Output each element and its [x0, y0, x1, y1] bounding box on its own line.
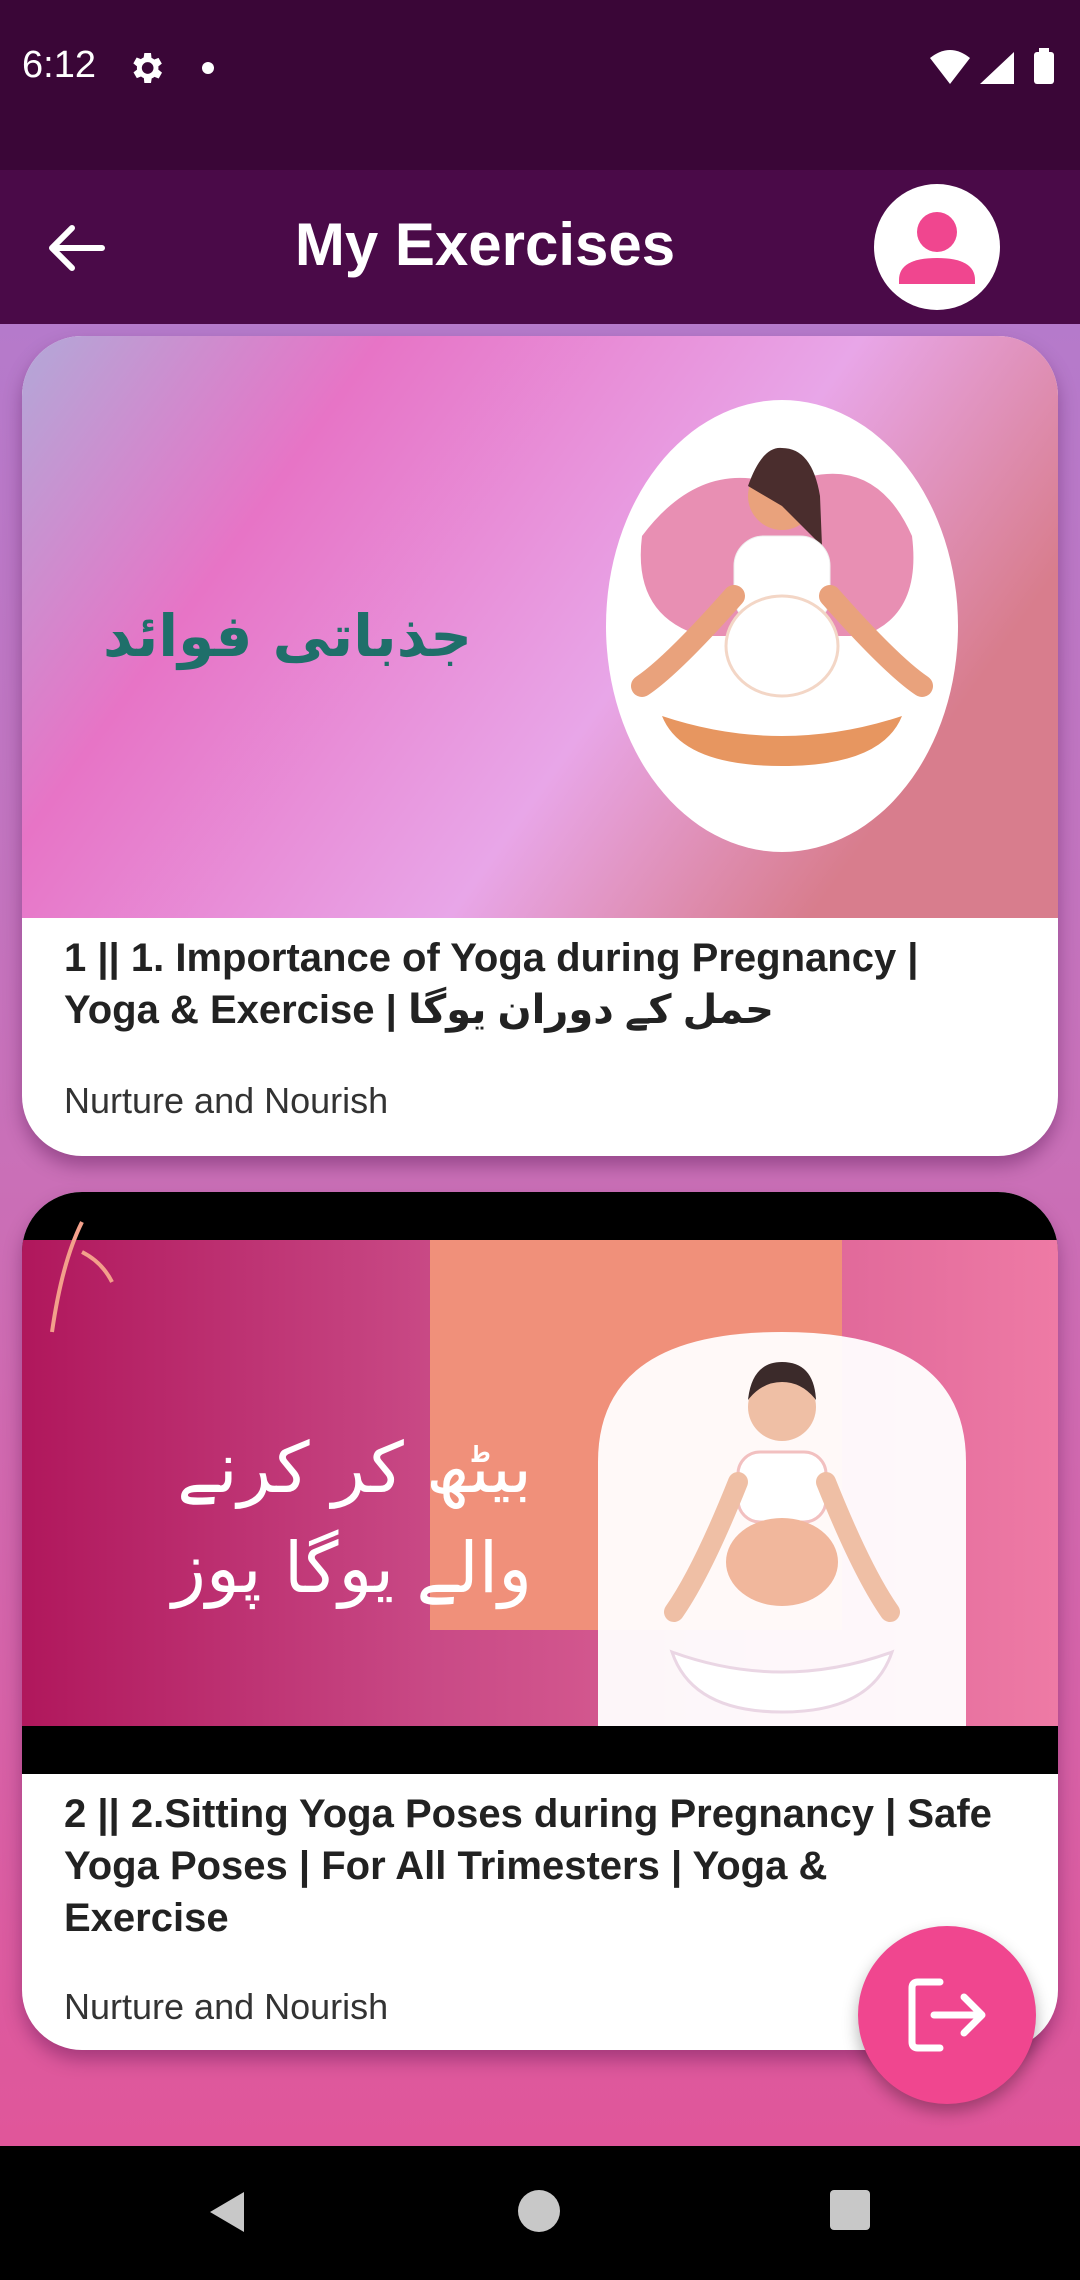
- system-navigation-bar: [0, 2146, 1080, 2280]
- nav-back-icon[interactable]: [206, 2190, 246, 2234]
- thumbnail-text: جذباتی فوائد: [103, 602, 472, 671]
- exercise-list: جذباتی فوائد 1 || 1. Importance of Yoga …: [0, 324, 1080, 2146]
- exercise-card[interactable]: جذباتی فوائد 1 || 1. Importance of Yoga …: [22, 336, 1058, 1156]
- exercise-channel: Nurture and Nourish: [64, 1080, 389, 1121]
- exercise-card[interactable]: بیٹھ کر کرنے والے یوگا پوز 2 || 2.Sittin…: [22, 1192, 1058, 2050]
- person-icon: [899, 212, 975, 284]
- nav-home-icon[interactable]: [518, 2190, 560, 2232]
- exercise-title: 1 || 1. Importance of Yoga during Pregna…: [64, 936, 919, 1032]
- thumbnail-text-line2: والے یوگا پوز: [169, 1527, 532, 1610]
- battery-icon: [1034, 52, 1054, 84]
- cellular-signal-icon: [980, 52, 1014, 84]
- app-bar: My Exercises: [0, 170, 1080, 324]
- status-icons: [930, 48, 1054, 84]
- status-bar: 6:12: [0, 0, 1080, 170]
- notification-dot-icon: [202, 62, 214, 74]
- exercise-title: 2 || 2.Sitting Yoga Poses during Pregnan…: [64, 1792, 992, 1940]
- logout-button[interactable]: [858, 1926, 1036, 2104]
- wifi-icon: [930, 50, 970, 84]
- status-time: 6:12: [22, 44, 96, 86]
- profile-avatar-button[interactable]: [874, 184, 1000, 310]
- settings-gear-icon: [133, 53, 162, 83]
- nav-recents-icon[interactable]: [830, 2190, 870, 2230]
- video-thumbnail: جذباتی فوائد: [22, 336, 1058, 918]
- video-thumbnail: بیٹھ کر کرنے والے یوگا پوز: [22, 1192, 1058, 1774]
- logout-icon: [908, 1978, 986, 2052]
- thumbnail-text-line1: بیٹھ کر کرنے: [177, 1427, 532, 1509]
- exercise-channel: Nurture and Nourish: [64, 1986, 389, 2027]
